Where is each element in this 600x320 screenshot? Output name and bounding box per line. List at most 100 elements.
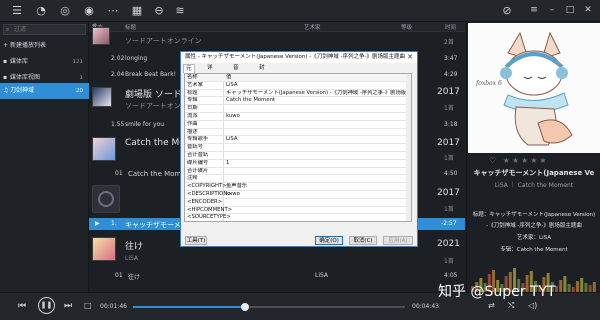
progress-fill [133, 306, 245, 308]
metadata-field-value[interactable]: Catch the Moment [226, 97, 406, 105]
metadata-field-name: 描述 [187, 128, 198, 135]
star-icon[interactable]: ★★★★★ [503, 156, 549, 165]
check-circle-icon[interactable]: ◉ [82, 4, 96, 18]
disc-icon[interactable]: ◎ [58, 4, 72, 18]
column-header-value[interactable]: 值 [226, 74, 231, 82]
metadata-field-value[interactable]: キャッチザモーメント(Japanese Version) -《刀剑神域 -序列之… [226, 90, 406, 98]
metadata-row[interactable]: 艺术家 LiSA [185, 82, 411, 90]
tab-replaygain[interactable]: 音轨增益 [231, 64, 241, 98]
cancel-button[interactable]: 取消(C) [349, 236, 377, 245]
maximize-icon[interactable]: □ [564, 4, 576, 16]
metadata-row[interactable]: 流派 kuwo [185, 113, 411, 121]
metadata-row[interactable]: <SOURCETYPE> [185, 214, 411, 221]
track-title: キャッチザモーメ [125, 221, 181, 229]
metadata-row[interactable]: <DESCRIPTION> kuwo [185, 191, 411, 199]
volume-icon[interactable]: ◁) [528, 301, 537, 310]
tab-cover[interactable]: 封面 [257, 64, 267, 80]
track-count: 1首 [444, 258, 454, 265]
tools-button[interactable]: 工具(T) [185, 236, 207, 245]
metadata-row[interactable]: 音轨号 [185, 144, 411, 152]
filter-input[interactable] [4, 25, 85, 34]
next-icon[interactable]: ⏭ [64, 301, 72, 311]
metadata-row[interactable]: 标题 キャッチザモーメント(Japanese Version) -《刀剑神域 -序… [185, 90, 411, 98]
metadata-field-name: <COPYRIGHT> [187, 183, 227, 190]
sidebar-item-sword-art-online[interactable]: ♫ 刀剑神域 20 [0, 83, 89, 99]
table-row[interactable]: 01 往け LiSA 4:05 [89, 270, 465, 282]
metadata-row[interactable]: <ENCODER> [185, 199, 411, 207]
album-header[interactable]: ソードアートオンライン 2首 [89, 27, 465, 47]
spectrum-bar [563, 276, 567, 292]
track-title: Catch the Mom [128, 170, 182, 178]
rating-stars[interactable]: ♡ ★★★★★ [489, 156, 589, 166]
metadata-row[interactable]: 合计碟片 [185, 168, 411, 176]
ok-button[interactable]: 确定(O) [315, 236, 343, 245]
bars-icon[interactable]: ≋ [173, 4, 187, 18]
metadata-row[interactable]: 作曲 [185, 121, 411, 129]
metadata-row[interactable]: 日期 [185, 105, 411, 113]
column-header-artist[interactable]: 艺术家 [304, 23, 321, 31]
info-title-continued: -《刀剑神域 -序列之争-》剧场版主题曲 [486, 223, 582, 229]
column-header-time[interactable]: 时间 [445, 23, 456, 31]
track-time: 4:29 [444, 71, 458, 78]
metadata-row[interactable]: 注释 [185, 175, 411, 184]
repeat-icon[interactable]: ⇄ [488, 301, 495, 310]
apply-button[interactable]: 应用(A) [383, 236, 413, 245]
metadata-row[interactable]: 专辑 Catch the Moment [185, 97, 411, 106]
album-cover[interactable]: foxbox 6 [468, 23, 600, 153]
progress-handle[interactable] [240, 303, 249, 311]
user-icon[interactable]: ◔ [34, 4, 48, 18]
plus-icon: + [3, 42, 9, 49]
tab-metadata[interactable]: 元数据 [183, 64, 195, 90]
metadata-field-value[interactable]: LiSA [226, 136, 406, 144]
menu-icon[interactable]: ≡ [528, 4, 540, 16]
disc-placeholder-icon [92, 185, 120, 213]
sidebar-item-count: 121 [72, 59, 84, 65]
metadata-row[interactable]: 合计音轨 [185, 152, 411, 160]
metadata-field-value[interactable]: 鱼声音乐 [226, 183, 406, 191]
track-number: 1. [111, 220, 117, 227]
metadata-row[interactable]: <HIPCOMMENT> [185, 207, 411, 215]
dialog-close-button[interactable]: ✕ [403, 52, 417, 63]
previous-icon[interactable]: ⏮ [18, 301, 26, 311]
compass-icon[interactable]: ⊘ [500, 4, 514, 18]
minimize-icon[interactable]: – [546, 4, 558, 16]
track-time: 3:47 [444, 55, 458, 62]
more-icon[interactable]: ⋯ [106, 4, 120, 18]
album-thumbnail [92, 27, 110, 45]
sidebar-item-label: 媒体库 [10, 58, 29, 65]
metadata-row[interactable]: 碟片编号 1 [185, 160, 411, 168]
track-number: 2.02 [111, 55, 125, 62]
metadata-field-value[interactable]: kuwo [226, 191, 406, 199]
progress-bar[interactable] [133, 303, 405, 311]
track-number: 01 [115, 170, 123, 177]
pause-button[interactable]: ❚❚ [38, 297, 55, 314]
list-icon[interactable]: ☰ [10, 4, 24, 18]
column-header-level[interactable]: 等级 [401, 23, 412, 31]
metadata-row[interactable]: <COPYRIGHT> 鱼声音乐 [185, 183, 411, 191]
metadata-field-name: <SOURCETYPE> [187, 214, 231, 221]
tab-details[interactable]: 详细信息 [205, 64, 215, 98]
dialog-titlebar[interactable]: 属性 - キャッチザモーメント(Japanese Version) -《刀剑神域… [181, 52, 417, 63]
stop-icon[interactable]: □ [84, 301, 92, 310]
metadata-row[interactable]: 描述 [185, 128, 411, 137]
close-icon[interactable]: ✕ [582, 4, 594, 16]
filter-box[interactable]: ⌕ [3, 24, 86, 35]
top-toolbar: ☰ ◔ ◎ ◉ ⋯ ▦ ⊖ ≋ ⊘ ≡ – □ ✕ [0, 0, 600, 22]
grid-icon[interactable]: ▦ [130, 4, 144, 18]
spectrum-bar [559, 280, 563, 292]
dialog-scrollbar[interactable] [406, 74, 411, 221]
heart-icon[interactable]: ♡ [489, 156, 498, 165]
column-header-name[interactable]: 名称 [187, 74, 198, 82]
spectrum-bar [576, 281, 579, 292]
metadata-field-value[interactable]: LiSA [226, 82, 406, 90]
shuffle-icon[interactable]: ⤭ [508, 301, 514, 311]
sidebar-item-new-playlist[interactable]: + 新建播放列表 [0, 38, 89, 54]
metadata-field-value[interactable]: 1 [226, 160, 406, 168]
track-count: 1首 [444, 206, 454, 213]
metadata-field-value[interactable]: kuwo [226, 113, 406, 121]
dialog-title: 属性 - キャッチザモーメント(Japanese Version) -《刀剑神域… [185, 54, 405, 60]
metadata-row[interactable]: 专辑歌手 LiSA [185, 136, 411, 145]
sidebar-item-library[interactable]: ▪ 媒体库 121 [0, 54, 89, 70]
rss-icon[interactable]: ⊖ [152, 4, 166, 18]
column-header-title[interactable]: 标题 [125, 23, 136, 31]
